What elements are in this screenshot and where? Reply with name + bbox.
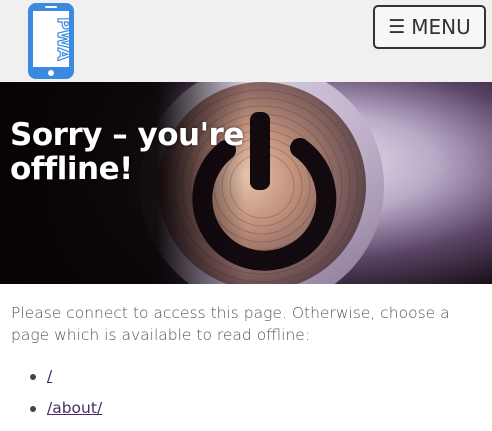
offline-page-link-about[interactable]: /about/	[47, 399, 102, 417]
page-title: Sorry – you're offline!	[10, 117, 244, 187]
hero-banner: Sorry – you're offline!	[0, 82, 492, 284]
site-header: PWA ☰ MENU	[0, 0, 492, 82]
logo-text: PWA	[53, 17, 73, 61]
list-item: /	[30, 365, 486, 397]
offline-page-link-home[interactable]: /	[47, 367, 52, 385]
pwa-logo[interactable]: PWA	[27, 2, 75, 80]
offline-page-list: / /about/	[11, 365, 486, 429]
hamburger-icon: ☰	[388, 15, 406, 38]
main-content: Please connect to access this page. Othe…	[11, 302, 486, 429]
menu-button[interactable]: ☰ MENU	[373, 5, 486, 49]
offline-message: Please connect to access this page. Othe…	[11, 304, 450, 344]
menu-label: MENU	[411, 15, 471, 39]
list-item: /about/	[30, 397, 486, 429]
